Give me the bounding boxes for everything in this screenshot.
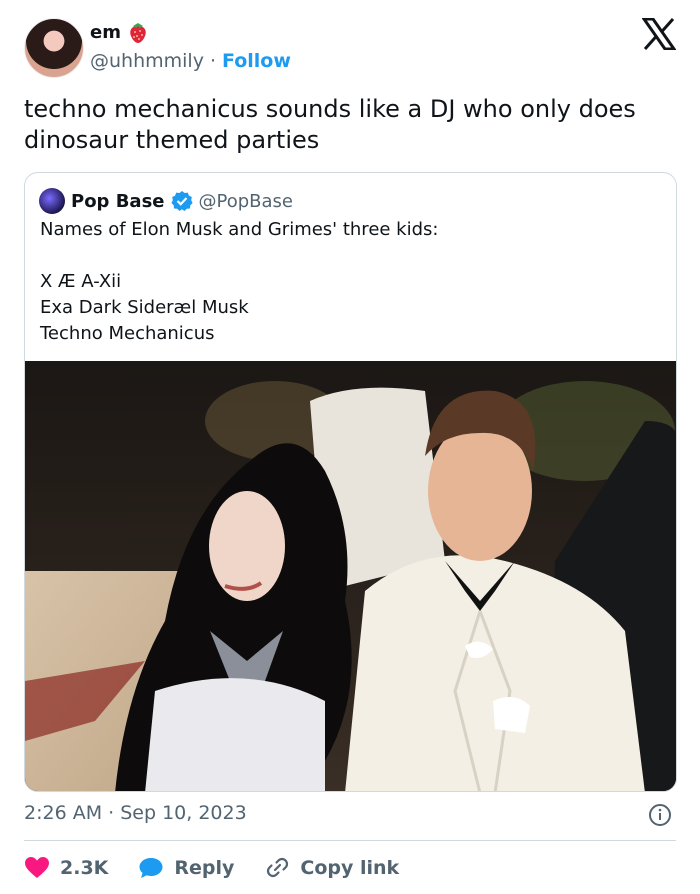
user-handle[interactable]: @uhhmmily: [90, 50, 204, 72]
divider: [24, 840, 676, 841]
follow-button[interactable]: Follow: [222, 50, 291, 72]
link-icon: [267, 857, 289, 878]
like-count: 2.3K: [60, 857, 109, 879]
like-button[interactable]: 2.3K: [24, 856, 108, 880]
user-name-row: em: [90, 20, 149, 44]
quoted-text: Names of Elon Musk and Grimes' three kid…: [40, 217, 438, 347]
quoted-avatar[interactable]: [39, 188, 65, 214]
reply-label: Reply: [174, 857, 235, 879]
quoted-line: Exa Dark Sideræl Musk: [40, 297, 249, 318]
copy-link-button[interactable]: Copy link: [264, 856, 399, 880]
tweet-header: em @uhhmmily · Follow: [24, 16, 676, 80]
heart-icon: [25, 857, 49, 878]
quoted-line: Techno Mechanicus: [40, 323, 215, 344]
quoted-line: Names of Elon Musk and Grimes' three kid…: [40, 219, 439, 240]
tweet-text: techno mechanicus sounds like a DJ who o…: [24, 95, 636, 154]
user-name[interactable]: em: [90, 22, 121, 43]
copy-link-label: Copy link: [300, 857, 400, 879]
quoted-header: Pop Base @PopBase: [39, 188, 293, 214]
reply-bubble-icon: [139, 858, 163, 878]
x-logo-icon[interactable]: [642, 18, 676, 50]
reply-button[interactable]: Reply: [138, 856, 234, 880]
photo-illustration: [25, 361, 676, 791]
quoted-tweet[interactable]: Pop Base @PopBase Names of Elon Musk and…: [24, 172, 677, 792]
quoted-line: X Æ A-Xii: [40, 271, 122, 292]
info-icon[interactable]: [648, 803, 672, 827]
handle-row: @uhhmmily · Follow: [90, 50, 291, 72]
quoted-handle[interactable]: @PopBase: [199, 191, 293, 212]
quoted-name[interactable]: Pop Base: [71, 191, 165, 212]
tweet-timestamp[interactable]: 2:26 AM · Sep 10, 2023: [24, 802, 247, 824]
quoted-photo[interactable]: [25, 361, 676, 791]
strawberry-icon: [130, 23, 146, 43]
avatar[interactable]: [24, 18, 84, 78]
separator-dot: ·: [209, 50, 216, 72]
quoted-line: [40, 243, 438, 269]
action-bar: 2.3K Reply Copy link: [24, 853, 429, 883]
verified-badge-icon: [170, 191, 193, 211]
